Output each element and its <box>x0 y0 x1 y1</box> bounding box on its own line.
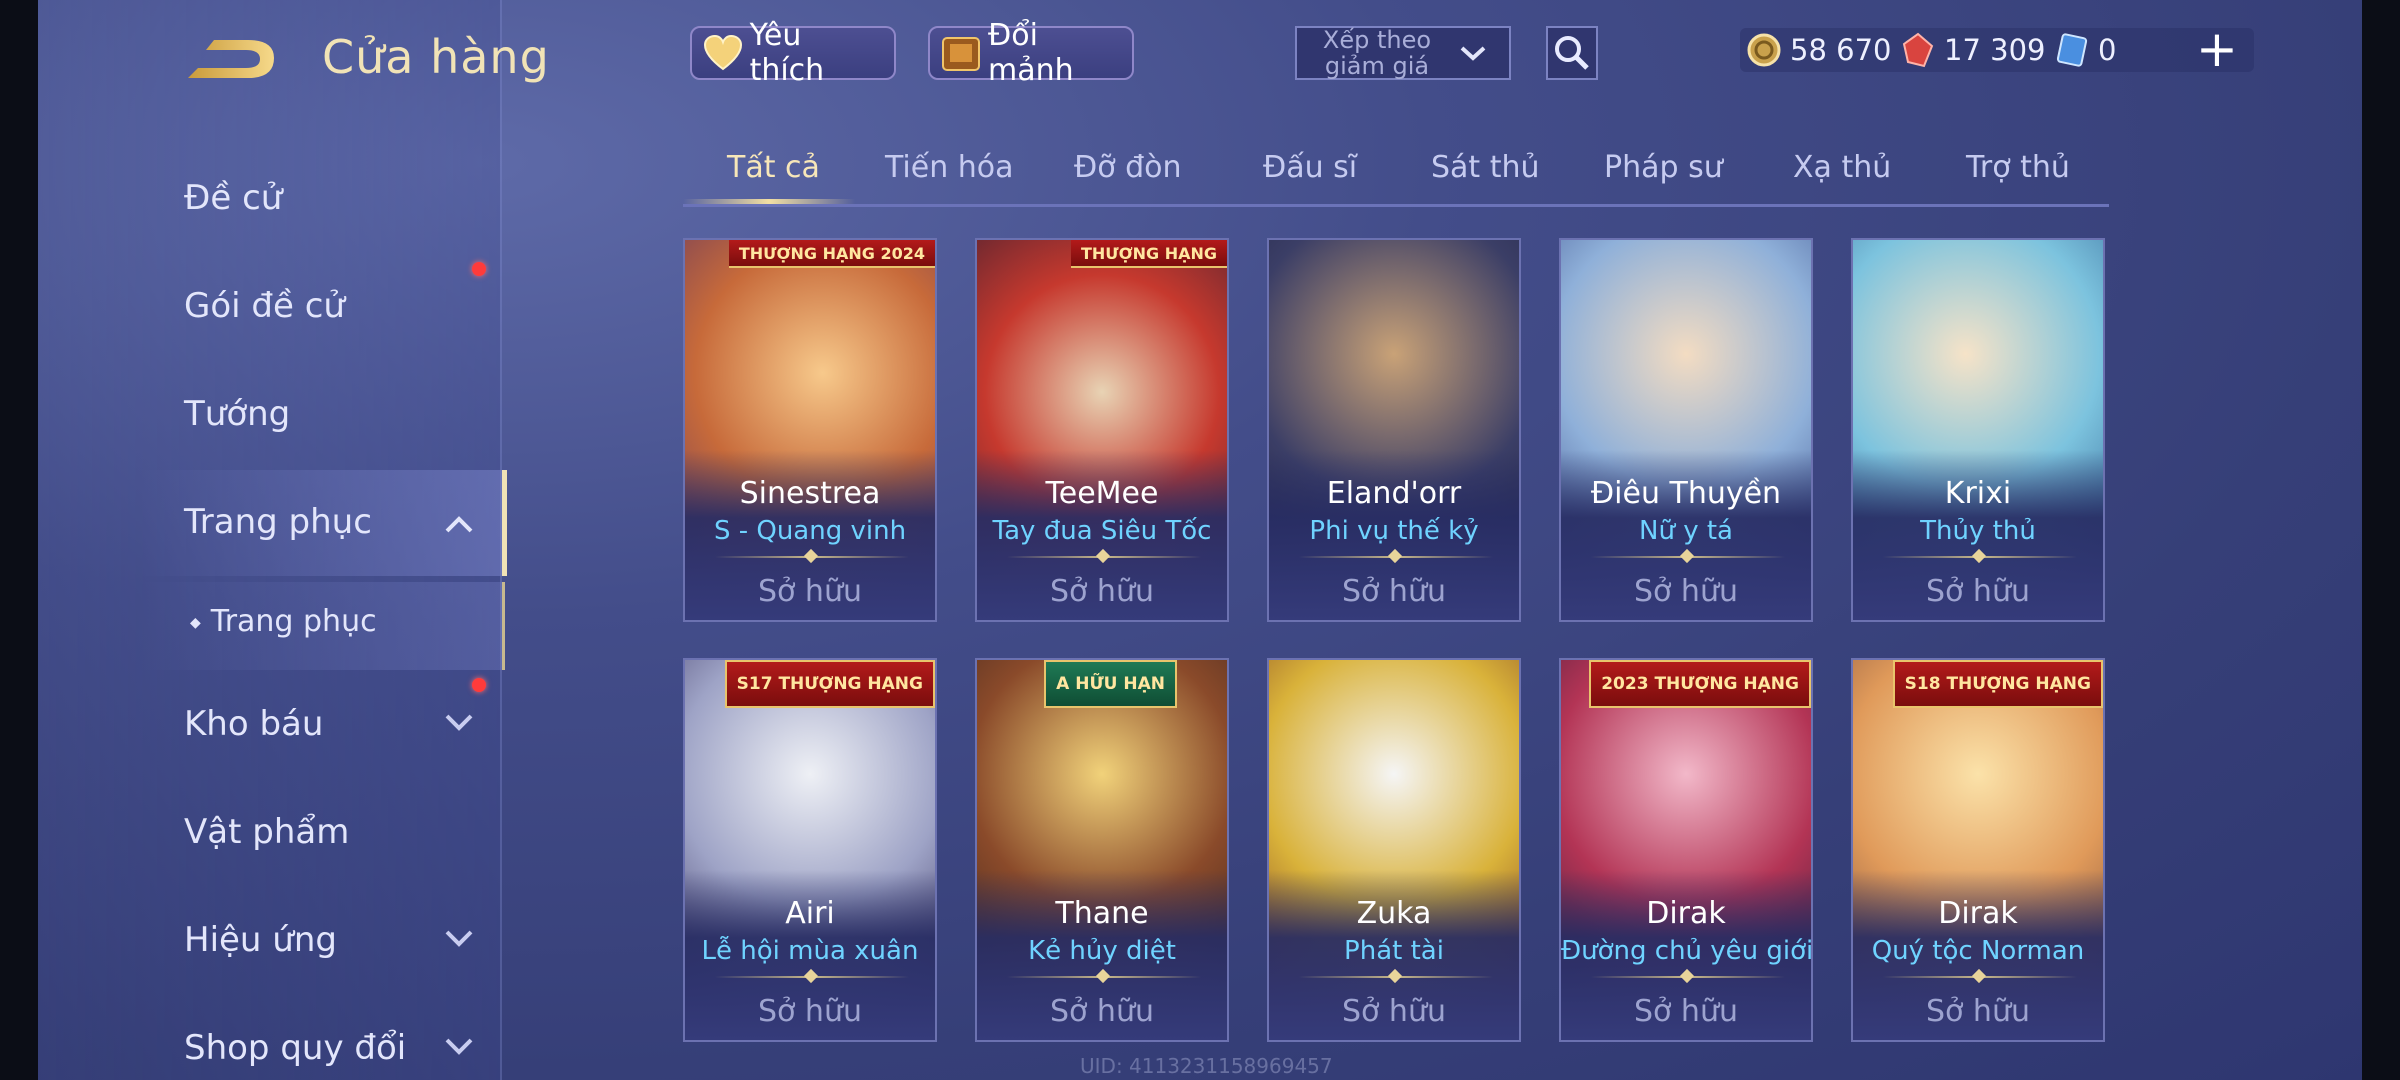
user-id-watermark: UID: 4113231158969457 <box>1080 1054 1333 1078</box>
limited-badge: A HỮU HẠN <box>1044 660 1177 708</box>
chevron-down-icon[interactable] <box>444 1036 474 1056</box>
hero-name: Zuka <box>1356 896 1432 931</box>
right-letterbox <box>2362 0 2400 1080</box>
sidebar-item-items[interactable]: Vật phẩm <box>184 812 349 852</box>
owned-status: Sở hữu <box>1634 994 1738 1029</box>
skin-card[interactable]: Zuka Phát tài Sở hữu <box>1267 658 1521 1042</box>
gold-coin-icon <box>1747 33 1781 67</box>
skin-card[interactable]: Điêu Thuyền Nữ y tá Sở hữu <box>1559 238 1813 622</box>
voucher-icon <box>2056 33 2088 67</box>
owned-status: Sở hữu <box>1926 994 2030 1029</box>
rarity-badge: S18 THƯỢNG HẠNG <box>1892 660 2103 708</box>
tab-marksman[interactable]: Xạ thủ <box>1793 150 1891 185</box>
ruby-currency: 17 309 <box>1900 28 2045 72</box>
sidebar-item-featured-packs[interactable]: Gói đề cử <box>184 286 345 326</box>
skin-card[interactable]: Eland'orr Phi vụ thế kỷ Sở hữu <box>1267 238 1521 622</box>
owned-status: Sở hữu <box>1342 994 1446 1029</box>
ruby-icon <box>1902 32 1934 68</box>
chevron-down-icon[interactable] <box>444 712 474 732</box>
tab-assassin[interactable]: Sát thủ <box>1431 150 1540 185</box>
skin-name: Kẻ hủy diệt <box>1028 936 1176 966</box>
hero-name: Điêu Thuyền <box>1590 476 1782 511</box>
active-tab-indicator <box>683 199 855 204</box>
hero-name: Sinestrea <box>739 476 881 511</box>
rarity-badge: THƯỢNG HẠNG 2024 <box>728 240 935 268</box>
rarity-badge: THƯỢNG HẠNG <box>1070 240 1227 268</box>
heart-icon <box>702 31 744 75</box>
sort-dropdown[interactable]: Xếp theo giảm giá <box>1295 26 1511 80</box>
left-letterbox <box>0 0 38 1080</box>
skin-card[interactable]: THƯỢNG HẠNG 2024 Sinestrea S - Quang vin… <box>683 238 937 622</box>
notification-dot <box>472 262 486 276</box>
chevron-down-icon <box>1460 46 1486 61</box>
hero-name: Krixi <box>1944 476 2012 511</box>
hero-name: Dirak <box>1646 896 1726 931</box>
chevron-down-icon[interactable] <box>444 928 474 948</box>
skin-name: Lễ hội mùa xuân <box>701 936 919 966</box>
favorites-button[interactable]: Yêu thích <box>690 18 896 88</box>
skin-name: Đường chủ yêu giới <box>1561 936 1813 966</box>
voucher-currency: 0 <box>2054 28 2116 72</box>
skin-name: Nữ y tá <box>1639 516 1733 546</box>
owned-status: Sở hữu <box>758 994 862 1029</box>
voucher-amount: 0 <box>2098 33 2117 67</box>
search-icon <box>1555 36 1589 70</box>
tab-all[interactable]: Tất cả <box>727 150 820 185</box>
skin-name: Phát tài <box>1344 936 1444 966</box>
sort-label: Xếp theo giảm giá <box>1322 26 1432 80</box>
tab-evolution[interactable]: Tiến hóa <box>885 150 1014 185</box>
skin-name: Thủy thủ <box>1920 516 2036 546</box>
gold-currency: 58 670 <box>1746 28 1891 72</box>
owned-status: Sở hữu <box>1342 574 1446 609</box>
sidebar-item-effects[interactable]: Hiệu ứng <box>184 920 337 960</box>
rarity-badge: S17 THƯỢNG HẠNG <box>724 660 935 708</box>
sidebar-item-treasure[interactable]: Kho báu <box>184 704 323 744</box>
skin-name: S - Quang vinh <box>713 516 907 546</box>
back-arrow-icon[interactable] <box>186 32 278 86</box>
sidebar-item-skins[interactable]: Trang phục <box>184 502 372 542</box>
ruby-amount: 17 309 <box>1944 33 2046 67</box>
search-button[interactable] <box>1546 26 1598 80</box>
owned-status: Sở hữu <box>1050 574 1154 609</box>
skin-card[interactable]: S17 THƯỢNG HẠNG Airi Lễ hội mùa xuân Sở … <box>683 658 937 1042</box>
skin-card[interactable]: 2023 THƯỢNG HẠNG Dirak Đường chủ yêu giớ… <box>1559 658 1813 1042</box>
sidebar-item-heroes[interactable]: Tướng <box>184 394 290 434</box>
owned-status: Sở hữu <box>1050 994 1154 1029</box>
tab-mage[interactable]: Pháp sư <box>1604 150 1723 185</box>
skin-card[interactable]: Krixi Thủy thủ Sở hữu <box>1851 238 2105 622</box>
tab-support[interactable]: Trợ thủ <box>1966 150 2070 185</box>
skin-name: Quý tộc Norman <box>1871 936 2085 966</box>
sidebar-item-featured[interactable]: Đề cử <box>184 178 282 218</box>
page-title: Cửa hàng <box>322 30 550 84</box>
add-currency-button[interactable]: + <box>2192 24 2242 76</box>
shard-box-icon <box>940 31 982 75</box>
rarity-badge: 2023 THƯỢNG HẠNG <box>1589 660 1811 708</box>
chevron-up-icon[interactable] <box>444 515 474 535</box>
skin-card[interactable]: THƯỢNG HẠNG TeeMee Tay đua Siêu Tốc Sở h… <box>975 238 1229 622</box>
hero-name: Thane <box>1055 896 1149 931</box>
sidebar-subitem-label: Trang phục <box>210 604 377 639</box>
exchange-shards-button[interactable]: Đổi mảnh <box>928 18 1134 88</box>
hero-name: TeeMee <box>1045 476 1159 511</box>
sidebar-item-exchange-shop[interactable]: Shop quy đổi <box>184 1028 406 1068</box>
owned-status: Sở hữu <box>1926 574 2030 609</box>
owned-status: Sở hữu <box>758 574 862 609</box>
hero-name: Eland'orr <box>1326 476 1462 511</box>
exchange-shards-label: Đổi mảnh <box>988 18 1074 88</box>
skin-name: Phi vụ thế kỷ <box>1309 516 1479 546</box>
tab-tank[interactable]: Đỡ đòn <box>1074 150 1182 185</box>
hero-name: Dirak <box>1938 896 2018 931</box>
bullet-icon: ◆ <box>190 614 201 631</box>
tab-fighter[interactable]: Đấu sĩ <box>1263 150 1357 185</box>
gold-amount: 58 670 <box>1790 33 1892 67</box>
favorites-label: Yêu thích <box>749 18 825 88</box>
notification-dot <box>472 678 486 692</box>
skin-card[interactable]: S18 THƯỢNG HẠNG Dirak Quý tộc Norman Sở … <box>1851 658 2105 1042</box>
hero-name: Airi <box>785 896 835 931</box>
category-tabs: Tất cả Tiến hóa Đỡ đòn Đấu sĩ Sát thủ Ph… <box>683 140 2109 207</box>
sidebar-subitem-skins[interactable]: ◆ Trang phục <box>190 604 377 639</box>
skin-card[interactable]: A HỮU HẠN Thane Kẻ hủy diệt Sở hữu <box>975 658 1229 1042</box>
owned-status: Sở hữu <box>1634 574 1738 609</box>
skin-name: Tay đua Siêu Tốc <box>992 516 1212 546</box>
